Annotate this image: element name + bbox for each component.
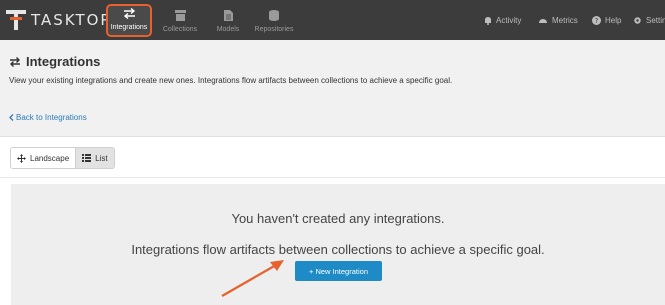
tab-collections[interactable]: Collections <box>158 4 202 37</box>
tab-label: Repositories <box>254 26 294 33</box>
tab-label: Collections <box>162 26 198 33</box>
help-link[interactable]: ? Help <box>592 0 621 40</box>
list-icon <box>82 154 92 162</box>
page-description: View your existing integrations and crea… <box>9 76 453 85</box>
chevron-left-icon <box>9 114 14 121</box>
svg-text:?: ? <box>595 17 599 25</box>
logo-text: TASKTOP <box>31 11 112 29</box>
arrows-swap-icon <box>123 7 136 21</box>
move-arrows-icon <box>17 153 26 163</box>
bell-icon <box>484 16 492 25</box>
empty-state-title: You haven't created any integrations. <box>231 211 445 226</box>
settings-label: Setting <box>646 15 665 25</box>
tasktop-logo[interactable]: TASKTOP <box>6 10 111 30</box>
question-icon: ? <box>592 15 601 25</box>
view-toggle: Landscape List <box>10 147 115 169</box>
arrows-swap-icon <box>9 56 21 67</box>
logo-mark-icon <box>6 10 28 30</box>
list-label: List <box>95 153 108 163</box>
view-toggle-bar: Landscape List <box>0 137 665 178</box>
new-integration-button[interactable]: + New Integration <box>295 261 382 281</box>
landscape-view-button[interactable]: Landscape <box>11 148 76 168</box>
back-to-integrations-link[interactable]: Back to Integrations <box>9 113 87 122</box>
metrics-link[interactable]: Metrics <box>538 0 578 40</box>
list-view-button[interactable]: List <box>75 148 114 168</box>
metrics-label: Metrics <box>552 15 578 25</box>
settings-link[interactable]: Setting <box>633 0 665 40</box>
box-icon <box>174 10 186 23</box>
gauge-icon <box>538 16 548 24</box>
empty-state-subtitle: Integrations flow artifacts between coll… <box>131 242 545 257</box>
tab-models[interactable]: Models <box>210 4 246 37</box>
gear-icon <box>633 16 642 25</box>
back-bar: Back to Integrations <box>0 98 665 137</box>
empty-state-panel: You haven't created any integrations. In… <box>11 184 665 305</box>
tab-integrations[interactable]: Integrations <box>106 4 152 37</box>
database-icon <box>269 10 279 23</box>
page-header: Integrations View your existing integrat… <box>0 40 665 99</box>
activity-label: Activity <box>496 15 522 25</box>
landscape-label: Landscape <box>30 153 70 163</box>
activity-link[interactable]: Activity <box>484 0 521 40</box>
tab-repositories[interactable]: Repositories <box>252 4 296 37</box>
page-title-text: Integrations <box>26 54 101 69</box>
page-title: Integrations <box>9 54 100 69</box>
top-navigation-bar: TASKTOP Integrations Collections Models <box>0 0 665 40</box>
tab-label: Integrations <box>110 24 148 31</box>
annotation-arrow-icon <box>218 255 288 305</box>
tab-label: Models <box>216 26 240 33</box>
back-link-label: Back to Integrations <box>16 113 87 122</box>
document-icon <box>223 10 233 23</box>
help-label: Help <box>605 15 622 25</box>
